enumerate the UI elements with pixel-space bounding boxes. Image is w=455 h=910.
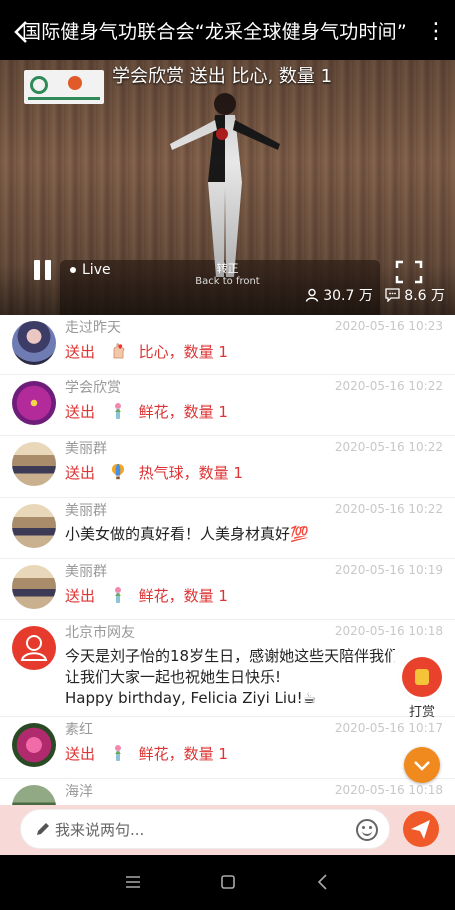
flower-icon bbox=[114, 745, 121, 761]
username: 北京市网友 bbox=[65, 625, 135, 641]
comment-icon bbox=[385, 288, 400, 302]
gift-message: 送出 鲜花，数量 1 bbox=[65, 587, 228, 605]
system-nav-bar bbox=[0, 855, 455, 910]
more-icon[interactable]: ⋮ bbox=[424, 16, 448, 48]
avatar[interactable] bbox=[12, 626, 56, 670]
avatar[interactable] bbox=[12, 785, 56, 805]
back-icon[interactable] bbox=[313, 872, 333, 892]
gift-message: 送出 比心，数量 1 bbox=[65, 343, 228, 361]
gift-overlay-text: 学会欣赏 送出 比心, 数量 1 bbox=[112, 66, 333, 87]
home-icon[interactable] bbox=[218, 872, 238, 892]
comment-count: 8.6 万 bbox=[385, 285, 445, 305]
video-stats: 30.7 万 8.6 万 bbox=[297, 285, 445, 306]
page-title: 国际健身气功联合会“龙采全球健身气功时间” bbox=[22, 21, 407, 43]
timestamp: 2020-05-16 10:17 bbox=[334, 721, 443, 735]
person-icon bbox=[306, 288, 319, 302]
gift-message: 送出 鲜花，数量 1 bbox=[65, 745, 228, 763]
comment-row: 美丽群 2020-05-16 10:22 送出 热气球，数量 1 bbox=[0, 436, 455, 498]
username: 素红 bbox=[65, 722, 93, 738]
top-bar: 国际健身气功联合会“龙采全球健身气功时间” ⋮ bbox=[0, 0, 455, 62]
comment-row: 北京市网友 2020-05-16 10:18 今天是刘子怡的18岁生日，感谢她这… bbox=[0, 620, 455, 717]
timestamp: 2020-05-16 10:22 bbox=[334, 440, 443, 454]
avatar[interactable] bbox=[12, 381, 56, 425]
live-video-player[interactable]: 学会欣赏 送出 比心, 数量 1 转正 Back to front Live 3… bbox=[0, 60, 455, 315]
avatar[interactable] bbox=[12, 442, 56, 486]
timestamp: 2020-05-16 10:23 bbox=[334, 319, 443, 333]
username: 走过昨天 bbox=[65, 320, 121, 336]
comment-text: 今天是刘子怡的18岁生日，感谢她这些天陪伴我们练功 让我们大家一起也祝她生日快乐… bbox=[65, 647, 395, 707]
timestamp: 2020-05-16 10:22 bbox=[334, 379, 443, 393]
timestamp: 2020-05-16 10:19 bbox=[334, 563, 443, 577]
default-user-icon bbox=[20, 635, 48, 661]
federation-logo bbox=[24, 70, 104, 104]
video-subtitle-cn: 转正 bbox=[216, 262, 239, 275]
comment-row: 美丽群 2020-05-16 10:19 送出 鲜花，数量 1 bbox=[0, 559, 455, 620]
viewer-count: 30.7 万 bbox=[305, 285, 373, 305]
menu-icon[interactable] bbox=[123, 872, 143, 892]
flower-icon bbox=[114, 403, 121, 419]
gift-message: 送出 鲜花，数量 1 bbox=[65, 403, 228, 421]
avatar[interactable] bbox=[12, 565, 56, 609]
avatar[interactable] bbox=[12, 723, 56, 767]
comment-row: 学会欣赏 2020-05-16 10:22 送出 鲜花，数量 1 bbox=[0, 375, 455, 436]
comment-input-bar: 我来说两句... bbox=[0, 805, 455, 855]
reward-button[interactable]: 打赏 bbox=[400, 655, 448, 723]
send-button[interactable] bbox=[403, 811, 439, 847]
send-icon bbox=[411, 820, 430, 839]
red-envelope-icon bbox=[402, 657, 442, 697]
fullscreen-icon[interactable] bbox=[395, 260, 423, 284]
comment-row: 美丽群 2020-05-16 10:22 小美女做的真好看！人美身材真好💯 bbox=[0, 498, 455, 559]
comment-row: 海洋 2020-05-16 10:18 bbox=[0, 779, 455, 805]
live-indicator: Live bbox=[70, 262, 111, 278]
username: 美丽群 bbox=[65, 441, 107, 457]
comment-text: 小美女做的真好看！人美身材真好💯 bbox=[65, 525, 309, 543]
scroll-to-bottom-button[interactable] bbox=[404, 747, 440, 783]
timestamp: 2020-05-16 10:18 bbox=[334, 783, 443, 797]
pen-icon bbox=[37, 823, 49, 835]
avatar[interactable] bbox=[12, 504, 56, 548]
comment-input[interactable]: 我来说两句... bbox=[20, 809, 390, 849]
gift-message: 送出 热气球，数量 1 bbox=[65, 463, 243, 482]
input-placeholder: 我来说两句... bbox=[55, 821, 145, 839]
timestamp: 2020-05-16 10:22 bbox=[334, 502, 443, 516]
heart-hand-icon bbox=[113, 343, 125, 359]
comment-feed[interactable]: 走过昨天 2020-05-16 10:23 送出 比心，数量 1 学会欣赏 20… bbox=[0, 315, 455, 805]
emoji-icon[interactable] bbox=[356, 819, 378, 841]
live-dot-icon bbox=[70, 267, 76, 273]
reward-label: 打赏 bbox=[408, 705, 435, 720]
username: 学会欣赏 bbox=[65, 380, 121, 396]
timestamp: 2020-05-16 10:18 bbox=[334, 624, 443, 638]
username: 美丽群 bbox=[65, 503, 107, 519]
comment-row: 素红 2020-05-16 10:17 送出 鲜花，数量 1 bbox=[0, 717, 455, 779]
balloon-icon bbox=[111, 463, 124, 480]
pause-icon[interactable] bbox=[34, 260, 54, 282]
chevron-down-icon bbox=[414, 761, 430, 771]
avatar[interactable] bbox=[12, 321, 56, 365]
username: 海洋 bbox=[65, 784, 93, 800]
flower-icon bbox=[114, 587, 121, 603]
username: 美丽群 bbox=[65, 564, 107, 580]
comment-row: 走过昨天 2020-05-16 10:23 送出 比心，数量 1 bbox=[0, 315, 455, 375]
